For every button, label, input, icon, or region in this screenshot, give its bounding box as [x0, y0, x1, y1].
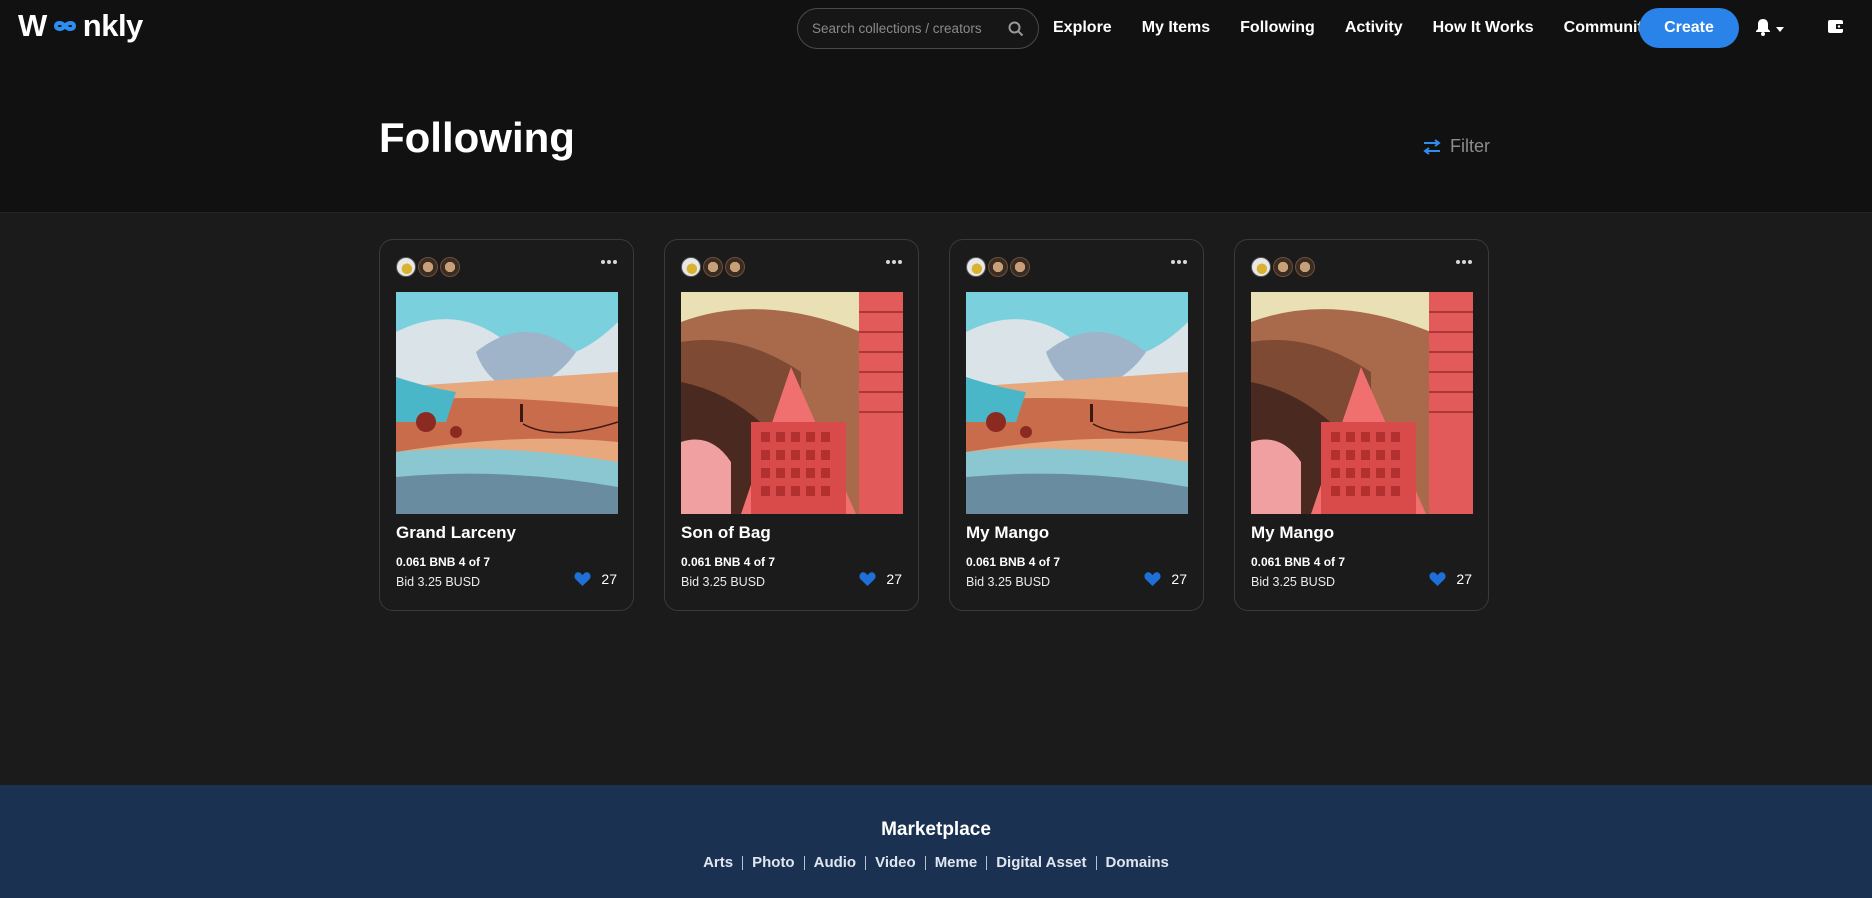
footer-links: Arts Photo Audio Video Meme Digital Asse… — [0, 854, 1872, 871]
nft-artwork-red-tower[interactable] — [681, 292, 903, 514]
heart-icon — [574, 571, 591, 586]
footer-link-video[interactable]: Video — [875, 854, 916, 871]
search-icon[interactable] — [1008, 21, 1024, 37]
footer: Marketplace Arts Photo Audio Video Meme … — [0, 785, 1872, 898]
brand-name-left: W — [18, 8, 47, 43]
notifications-dropdown[interactable] — [1755, 18, 1784, 41]
nft-card[interactable]: My Mango 0.061 BNB 4 of 7 Bid 3.25 BUSD … — [1234, 239, 1489, 611]
nft-artwork-red-tower[interactable] — [1251, 292, 1473, 514]
nft-price: 0.061 BNB 4 of 7 — [681, 555, 776, 569]
search-box — [797, 8, 1039, 49]
nft-bid: Bid 3.25 BUSD — [966, 575, 1051, 589]
nav-activity[interactable]: Activity — [1345, 19, 1403, 37]
nft-card-grid: Grand Larceny 0.061 BNB 4 of 7 Bid 3.25 … — [379, 239, 1489, 611]
brand-name-right: nkly — [82, 8, 144, 43]
chevron-down-icon — [1776, 27, 1784, 32]
page-header: Following Filter — [0, 56, 1872, 213]
nav-how-it-works[interactable]: How It Works — [1433, 19, 1534, 37]
like-button[interactable]: 27 — [859, 571, 902, 587]
divider — [986, 855, 988, 870]
search-input[interactable] — [812, 21, 1008, 36]
wallet-icon[interactable] — [1827, 18, 1844, 40]
heart-icon — [1429, 571, 1446, 586]
avatar[interactable] — [1273, 257, 1293, 277]
like-count: 27 — [1456, 571, 1472, 587]
top-navbar: W nkly Explore My Items Following Activi… — [0, 0, 1872, 56]
create-button[interactable]: Create — [1639, 8, 1739, 48]
like-count: 27 — [1171, 571, 1187, 587]
more-options-icon[interactable] — [1169, 260, 1187, 264]
brand-logo[interactable]: W nkly — [18, 8, 143, 44]
more-options-icon[interactable] — [599, 260, 617, 264]
footer-title: Marketplace — [881, 819, 991, 840]
infinity-icon — [48, 9, 82, 43]
nft-bid: Bid 3.25 BUSD — [1251, 575, 1336, 589]
avatar[interactable] — [681, 257, 701, 277]
heart-icon — [859, 571, 876, 586]
nft-bid: Bid 3.25 BUSD — [396, 575, 481, 589]
nav-following[interactable]: Following — [1240, 19, 1315, 37]
owner-avatars — [396, 257, 462, 277]
avatar[interactable] — [966, 257, 986, 277]
filter-button[interactable]: Filter — [1422, 136, 1490, 157]
nft-bid: Bid 3.25 BUSD — [681, 575, 766, 589]
nft-price: 0.061 BNB 4 of 7 — [966, 555, 1061, 569]
more-options-icon[interactable] — [1454, 260, 1472, 264]
avatar[interactable] — [1010, 257, 1030, 277]
like-button[interactable]: 27 — [574, 571, 617, 587]
footer-link-arts[interactable]: Arts — [703, 854, 733, 871]
filter-swap-icon — [1423, 138, 1441, 155]
footer-link-audio[interactable]: Audio — [814, 854, 857, 871]
nft-title[interactable]: My Mango — [1251, 523, 1334, 543]
nav-explore[interactable]: Explore — [1053, 19, 1112, 37]
footer-link-photo[interactable]: Photo — [752, 854, 795, 871]
nft-price: 0.061 BNB 4 of 7 — [1251, 555, 1346, 569]
avatar[interactable] — [703, 257, 723, 277]
nft-title[interactable]: Grand Larceny — [396, 523, 516, 543]
divider — [803, 855, 805, 870]
divider — [865, 855, 867, 870]
nft-title[interactable]: Son of Bag — [681, 523, 771, 543]
divider — [924, 855, 926, 870]
filter-label: Filter — [1450, 136, 1490, 156]
avatar[interactable] — [1251, 257, 1271, 277]
footer-link-digital-asset[interactable]: Digital Asset — [996, 854, 1086, 871]
like-button[interactable]: 27 — [1144, 571, 1187, 587]
main-nav: Explore My Items Following Activity How … — [1053, 0, 1695, 56]
avatar[interactable] — [725, 257, 745, 277]
like-count: 27 — [601, 571, 617, 587]
avatar[interactable] — [1295, 257, 1315, 277]
nft-title[interactable]: My Mango — [966, 523, 1049, 543]
nft-artwork-desert-landscape[interactable] — [396, 292, 618, 514]
divider — [1095, 855, 1097, 870]
more-options-icon[interactable] — [884, 260, 902, 264]
footer-link-domains[interactable]: Domains — [1106, 854, 1169, 871]
nft-price: 0.061 BNB 4 of 7 — [396, 555, 491, 569]
avatar[interactable] — [418, 257, 438, 277]
footer-link-meme[interactable]: Meme — [935, 854, 978, 871]
like-button[interactable]: 27 — [1429, 571, 1472, 587]
bell-icon — [1755, 18, 1771, 41]
avatar[interactable] — [440, 257, 460, 277]
nft-card[interactable]: My Mango 0.061 BNB 4 of 7 Bid 3.25 BUSD … — [949, 239, 1204, 611]
avatar[interactable] — [396, 257, 416, 277]
like-count: 27 — [886, 571, 902, 587]
heart-icon — [1144, 571, 1161, 586]
nav-my-items[interactable]: My Items — [1142, 19, 1210, 37]
owner-avatars — [1251, 257, 1317, 277]
owner-avatars — [681, 257, 747, 277]
divider — [742, 855, 744, 870]
nft-card[interactable]: Son of Bag 0.061 BNB 4 of 7 Bid 3.25 BUS… — [664, 239, 919, 611]
nft-artwork-desert-landscape[interactable] — [966, 292, 1188, 514]
avatar[interactable] — [988, 257, 1008, 277]
page-title: Following — [379, 114, 575, 161]
owner-avatars — [966, 257, 1032, 277]
nft-card[interactable]: Grand Larceny 0.061 BNB 4 of 7 Bid 3.25 … — [379, 239, 634, 611]
